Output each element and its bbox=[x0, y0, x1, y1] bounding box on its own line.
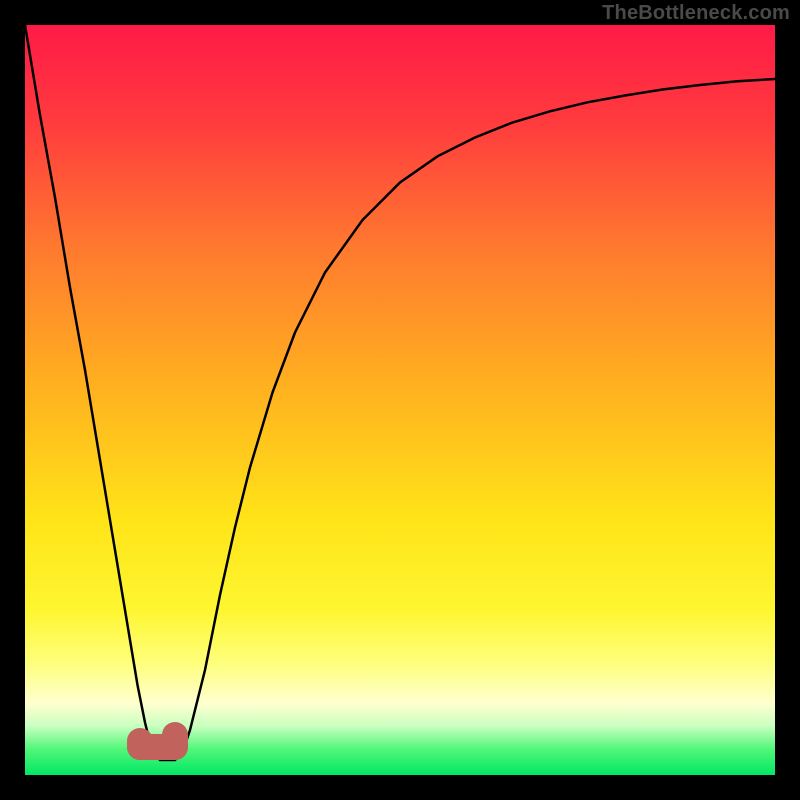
outer-frame: TheBottleneck.com bbox=[0, 0, 800, 800]
plot-area bbox=[25, 25, 775, 775]
bottleneck-curve bbox=[25, 25, 775, 760]
watermark-text: TheBottleneck.com bbox=[602, 2, 790, 25]
curve-layer bbox=[25, 25, 775, 775]
highlight-marker bbox=[140, 735, 175, 747]
